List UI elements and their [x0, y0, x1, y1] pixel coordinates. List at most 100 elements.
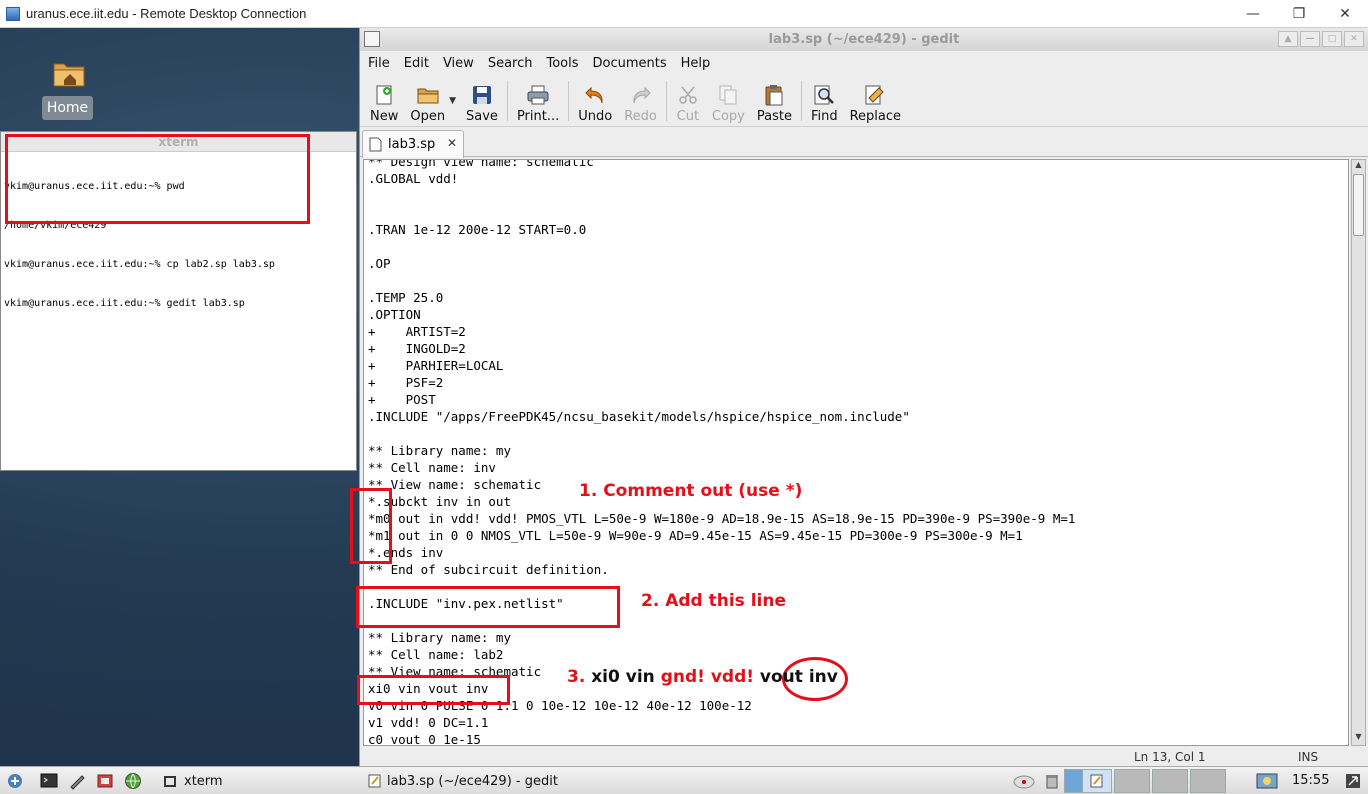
- cut-button-label: Cut: [676, 108, 700, 124]
- editor-launcher-icon[interactable]: [68, 772, 86, 790]
- scrollbar-thumb[interactable]: [1353, 174, 1364, 236]
- restore-button[interactable]: ❐: [1276, 0, 1322, 28]
- new-button[interactable]: New: [364, 78, 404, 124]
- save-button[interactable]: Save: [460, 78, 504, 124]
- code-line: .TEMP 25.0: [368, 290, 444, 305]
- minimize-button[interactable]: —: [1230, 0, 1276, 28]
- home-icon-label[interactable]: Home: [42, 96, 93, 120]
- undo-button-label: Undo: [578, 108, 613, 124]
- start-menu-icon[interactable]: [6, 772, 24, 790]
- code-line: ** End of subcircuit definition.: [368, 562, 609, 577]
- undo-button[interactable]: Undo: [572, 78, 618, 124]
- annotation-step-3-part-c: vout inv: [759, 667, 838, 687]
- code-line: + INGOLD=2: [368, 341, 466, 356]
- gedit-close-button[interactable]: ✕: [1344, 31, 1364, 47]
- scroll-up-arrow-icon[interactable]: ▲: [1352, 160, 1365, 173]
- annotation-step-3-part-a: xi0 vin: [591, 667, 655, 687]
- tab-lab3-sp[interactable]: lab3.sp ✕: [362, 130, 464, 158]
- paste-clipboard-icon: [765, 84, 783, 105]
- open-button[interactable]: Open: [404, 78, 451, 124]
- gedit-document-icon: [368, 774, 381, 788]
- tab-close-icon[interactable]: ✕: [447, 136, 457, 150]
- menu-tools[interactable]: Tools: [546, 56, 578, 71]
- text-editor-area[interactable]: ** Design view name: schematic .GLOBAL vd…: [363, 159, 1349, 746]
- terminal-launcher-icon[interactable]: [40, 772, 58, 790]
- rdp-window-title: uranus.ece.iit.edu - Remote Desktop Conn…: [26, 6, 307, 21]
- replace-button[interactable]: Replace: [844, 78, 907, 124]
- gedit-window-title: lab3.sp (~/ece429) - gedit: [768, 32, 960, 47]
- toolbar-separator: [506, 80, 508, 121]
- printer-icon: [527, 85, 549, 104]
- gedit-minimize-button[interactable]: —: [1300, 31, 1320, 47]
- web-browser-icon[interactable]: [124, 772, 142, 790]
- annotation-step-3-part-b: gnd! vdd!: [660, 667, 754, 687]
- copy-button[interactable]: Copy: [706, 78, 751, 124]
- menu-documents[interactable]: Documents: [593, 56, 667, 71]
- toolbar-separator: [568, 80, 570, 121]
- show-desktop-icon[interactable]: [1344, 772, 1362, 790]
- vertical-scrollbar[interactable]: ▲ ▼: [1351, 159, 1366, 746]
- code-line: ** Library name: my: [368, 443, 511, 458]
- comment-asterisks-highlight-box: [350, 488, 392, 564]
- gedit-restore-button[interactable]: □: [1322, 31, 1342, 47]
- taskbar-gedit-button[interactable]: lab3.sp (~/ece429) - gedit: [368, 770, 558, 792]
- code-line: ** Design view name: schematic: [368, 159, 594, 169]
- scroll-down-arrow-icon[interactable]: ▼: [1352, 732, 1365, 745]
- taskbar-xterm-label: xterm: [184, 773, 223, 789]
- trash-icon[interactable]: [1043, 772, 1061, 790]
- menu-edit[interactable]: Edit: [404, 56, 429, 71]
- window-icon: [164, 775, 176, 787]
- new-document-icon: [376, 85, 392, 104]
- gedit-window-controls: ▲ — □ ✕: [1278, 31, 1364, 47]
- print-button-label: Print...: [516, 108, 560, 124]
- paste-button-label: Paste: [756, 108, 792, 124]
- workspace-3[interactable]: [1114, 769, 1150, 793]
- paste-button[interactable]: Paste: [751, 78, 798, 124]
- redo-arrow-icon: [632, 86, 651, 103]
- remote-desktop-icon: [6, 6, 20, 21]
- code-content[interactable]: ** Design view name: schematic .GLOBAL vd…: [368, 159, 1075, 745]
- redo-button[interactable]: Redo: [618, 78, 663, 124]
- menu-search[interactable]: Search: [488, 56, 533, 71]
- network-status-icon[interactable]: [1012, 772, 1036, 790]
- menu-help[interactable]: Help: [681, 56, 711, 71]
- taskbar-xterm-button[interactable]: xterm: [164, 770, 223, 792]
- save-disk-icon: [472, 85, 491, 104]
- workspace-4[interactable]: [1152, 769, 1188, 793]
- open-recent-dropdown-icon[interactable]: ▼: [449, 96, 456, 106]
- workspace-2-active[interactable]: [1082, 769, 1112, 793]
- settings-tools-icon[interactable]: [96, 772, 114, 790]
- status-bar: Ln 13, Col 1 INS: [360, 750, 1368, 766]
- menu-file[interactable]: File: [368, 56, 390, 71]
- code-line: .GLOBAL vdd!: [368, 171, 459, 186]
- code-line: *.ends inv: [368, 545, 444, 560]
- toolbar-separator: [665, 80, 667, 121]
- gedit-mini-icon: [1090, 774, 1103, 788]
- system-tray-app-icon[interactable]: [1256, 772, 1278, 790]
- gedit-app-icon: [364, 31, 380, 47]
- tab-label: lab3.sp: [388, 137, 436, 152]
- gedit-maximize-up-button[interactable]: ▲: [1278, 31, 1298, 47]
- document-tabs: lab3.sp ✕: [360, 127, 1368, 158]
- include-line-highlight-box: [356, 586, 620, 628]
- gedit-toolbar: New Open ▼ Save Print... Undo Redo Cut C…: [360, 75, 1368, 127]
- gedit-title-bar: lab3.sp (~/ece429) - gedit ▲ — □ ✕: [360, 28, 1368, 51]
- code-line: ** Cell name: lab2: [368, 647, 504, 662]
- taskbar-gedit-label: lab3.sp (~/ece429) - gedit: [387, 773, 558, 789]
- close-button[interactable]: ✕: [1322, 0, 1368, 28]
- find-button[interactable]: Find: [805, 78, 844, 124]
- cut-button[interactable]: Cut: [670, 78, 706, 124]
- menu-view[interactable]: View: [443, 56, 474, 71]
- copy-icon: [719, 85, 737, 104]
- scissors-icon: [679, 86, 697, 104]
- open-button-label: Open: [410, 108, 446, 124]
- workspace-5[interactable]: [1190, 769, 1226, 793]
- toolbar-separator: [800, 80, 802, 121]
- print-button[interactable]: Print...: [511, 78, 565, 124]
- code-line: v1 vdd! 0 DC=1.1: [368, 715, 489, 730]
- home-folder-icon[interactable]: [52, 58, 86, 88]
